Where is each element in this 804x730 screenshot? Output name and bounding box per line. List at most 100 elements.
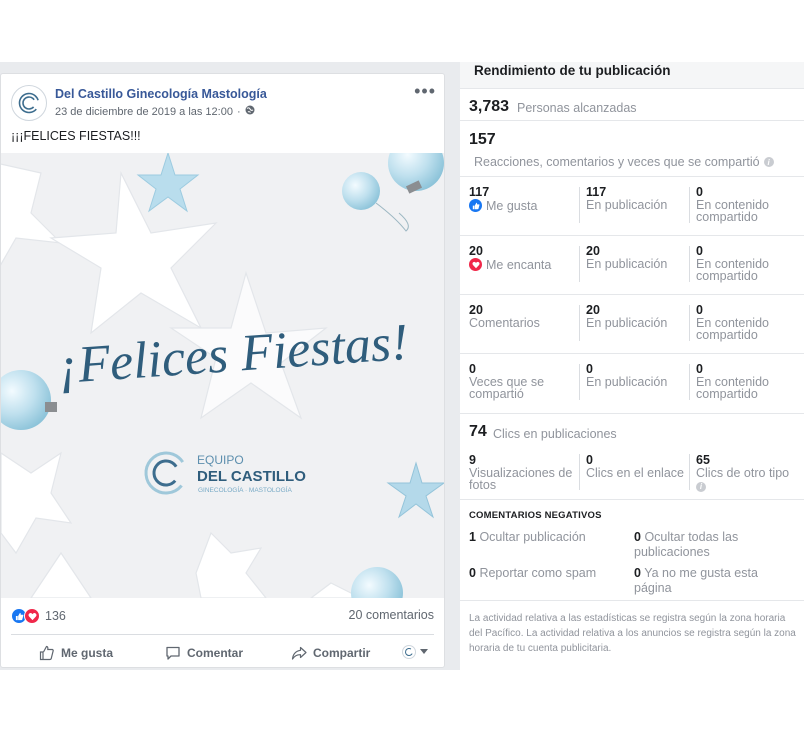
other-clicks: 65 Clics de otro tipo i (696, 454, 796, 492)
like-button-label: Me gusta (61, 646, 114, 660)
divider (689, 305, 690, 341)
like-icon (469, 199, 482, 212)
post-insights-panel: Rendimiento de tu publicación 3,783 Pers… (460, 62, 804, 670)
comment-button[interactable]: Comentar (165, 645, 243, 661)
report-spam-label: Reportar como spam (479, 566, 597, 580)
share-arrow-icon (291, 646, 307, 660)
hide-all-stat: 0 Ocultar todas las publicaciones (634, 530, 794, 560)
info-icon[interactable]: i (763, 157, 774, 167)
share-button-label: Compartir (313, 646, 371, 660)
hide-all-value: 0 (634, 530, 641, 544)
post-header: Del Castillo Ginecología Mastología 23 d… (11, 82, 436, 124)
post-text: ¡¡¡FELICES FIESTAS!!! (11, 129, 141, 143)
love-reaction-icon (24, 608, 40, 624)
on-shares-value: 0 (696, 362, 703, 376)
timezone-footnote: La actividad relativa a las estadísticas… (469, 613, 796, 654)
on-shares-label: En contenido compartido (696, 316, 769, 342)
unlike-page-label: Ya no me gusta esta página (634, 566, 758, 595)
reaction-count[interactable]: 136 (45, 609, 66, 623)
facebook-post: Del Castillo Ginecología Mastología 23 d… (0, 73, 445, 668)
unlike-page-value: 0 (634, 566, 641, 580)
like-button[interactable]: Me gusta (39, 645, 113, 661)
other-clicks-value: 65 (696, 453, 710, 467)
divider (579, 364, 580, 400)
row-total: 20 Me encanta (469, 245, 579, 271)
row-on-shares: 0 En contenido compartido (696, 185, 796, 224)
comment-button-label: Comentar (187, 646, 244, 660)
share-button[interactable]: Compartir (291, 645, 370, 661)
divider (579, 305, 580, 341)
row-on-post: 117 En publicación (586, 185, 686, 212)
divider (689, 187, 690, 223)
hide-all-label: Ocultar todas las publicaciones (634, 530, 739, 559)
divider (579, 454, 580, 490)
post-clicks-section: 74 Clics en publicaciones 9 Visualizacion… (460, 413, 804, 499)
link-clicks-value: 0 (586, 453, 593, 467)
post-meta: 23 de diciembre de 2019 a las 12:00 · (55, 105, 255, 118)
actions-divider (11, 634, 434, 635)
photo-views-value: 9 (469, 453, 476, 467)
page-selector[interactable] (402, 645, 428, 659)
comments-count-link[interactable]: 20 comentarios (349, 608, 434, 622)
on-post-value: 117 (586, 185, 607, 199)
reach-section: 3,783 Personas alcanzadas (460, 88, 804, 120)
globe-icon[interactable] (245, 105, 255, 118)
other-clicks-label: Clics de otro tipo (696, 466, 790, 480)
divider (689, 454, 690, 490)
on-shares-value: 0 (696, 185, 703, 199)
divider (579, 246, 580, 282)
row-on-shares: 0 En contenido compartido (696, 244, 796, 283)
engagement-label: Reacciones, comentarios y veces que se c… (474, 155, 760, 169)
report-spam-stat: 0 Reportar como spam (469, 566, 629, 581)
reach-value: 3,783 (469, 98, 510, 115)
clicks-label: Clics en publicaciones (493, 427, 617, 441)
row-on-post: 20 En publicación (586, 303, 686, 330)
comment-icon (166, 646, 180, 660)
row-on-post: 20 En publicación (586, 244, 686, 271)
post-stats: 136 20 comentarios (11, 605, 434, 627)
on-shares-label: En contenido compartido (696, 257, 769, 283)
on-post-value: 20 (586, 244, 600, 258)
row-on-post: 0 En publicación (586, 363, 686, 389)
post-actions: Me gusta Comentar Compartir (11, 639, 434, 667)
link-clicks: 0 Clics en el enlace (586, 453, 686, 480)
on-shares-label: En contenido compartido (696, 198, 769, 224)
divider (689, 246, 690, 282)
thumbs-up-icon (39, 645, 54, 661)
row-total-value: 20 (469, 244, 483, 258)
chevron-down-icon (420, 649, 428, 654)
row-total: 20 Comentarios (469, 304, 579, 330)
reach-label: Personas alcanzadas (517, 101, 637, 115)
timezone-footnote-section: La actividad relativa a las estadísticas… (460, 600, 804, 670)
engagement-section: 157 Reacciones, comentarios y veces que … (460, 120, 804, 176)
love-icon (469, 258, 482, 271)
logo-main-text: DEL CASTILLO (197, 468, 306, 485)
on-post-value: 20 (586, 303, 600, 317)
reaction-summary[interactable]: 136 (11, 608, 66, 624)
row-on-shares: 0 En contenido compartido (696, 362, 796, 401)
clicks-value: 74 (469, 423, 487, 440)
hide-post-value: 1 (469, 530, 476, 544)
on-shares-value: 0 (696, 303, 703, 317)
row-total-label: Me encanta (486, 257, 552, 272)
info-icon[interactable]: i (696, 482, 706, 492)
on-post-label: En publicación (586, 316, 668, 330)
on-shares-value: 0 (696, 244, 703, 258)
page-name-link[interactable]: Del Castillo Ginecología Mastología (55, 87, 267, 101)
divider (689, 364, 690, 400)
row-on-shares: 0 En contenido compartido (696, 303, 796, 342)
reaction-row-love: 20 Me encanta 20 En publicación 0 En conte… (460, 235, 804, 294)
reaction-row-comments: 20 Comentarios 20 En publicación 0 En conte… (460, 294, 804, 353)
post-date[interactable]: 23 de diciembre de 2019 a las 12:00 (55, 106, 233, 118)
hide-post-stat: 1 Ocultar publicación (469, 530, 629, 545)
post-image[interactable]: ¡Felices Fiestas! EQUIPO DEL CASTILLO GI… (1, 153, 444, 598)
row-total-label: Comentarios (469, 316, 540, 330)
photo-views-label: Visualizaciones de fotos (469, 466, 573, 492)
divider (579, 187, 580, 223)
negative-feedback-section: COMENTARIOS NEGATIVOS 1 Ocultar publicac… (460, 499, 804, 600)
reaction-row-like: 117 Me gusta 117 En publicación 0 En conte… (460, 176, 804, 235)
row-total: 0 Veces que se compartió (469, 363, 579, 401)
more-options-icon[interactable]: ••• (414, 82, 436, 100)
page-avatar[interactable] (11, 85, 47, 121)
engagement-label-wrap: Reacciones, comentarios y veces que se c… (474, 155, 774, 169)
